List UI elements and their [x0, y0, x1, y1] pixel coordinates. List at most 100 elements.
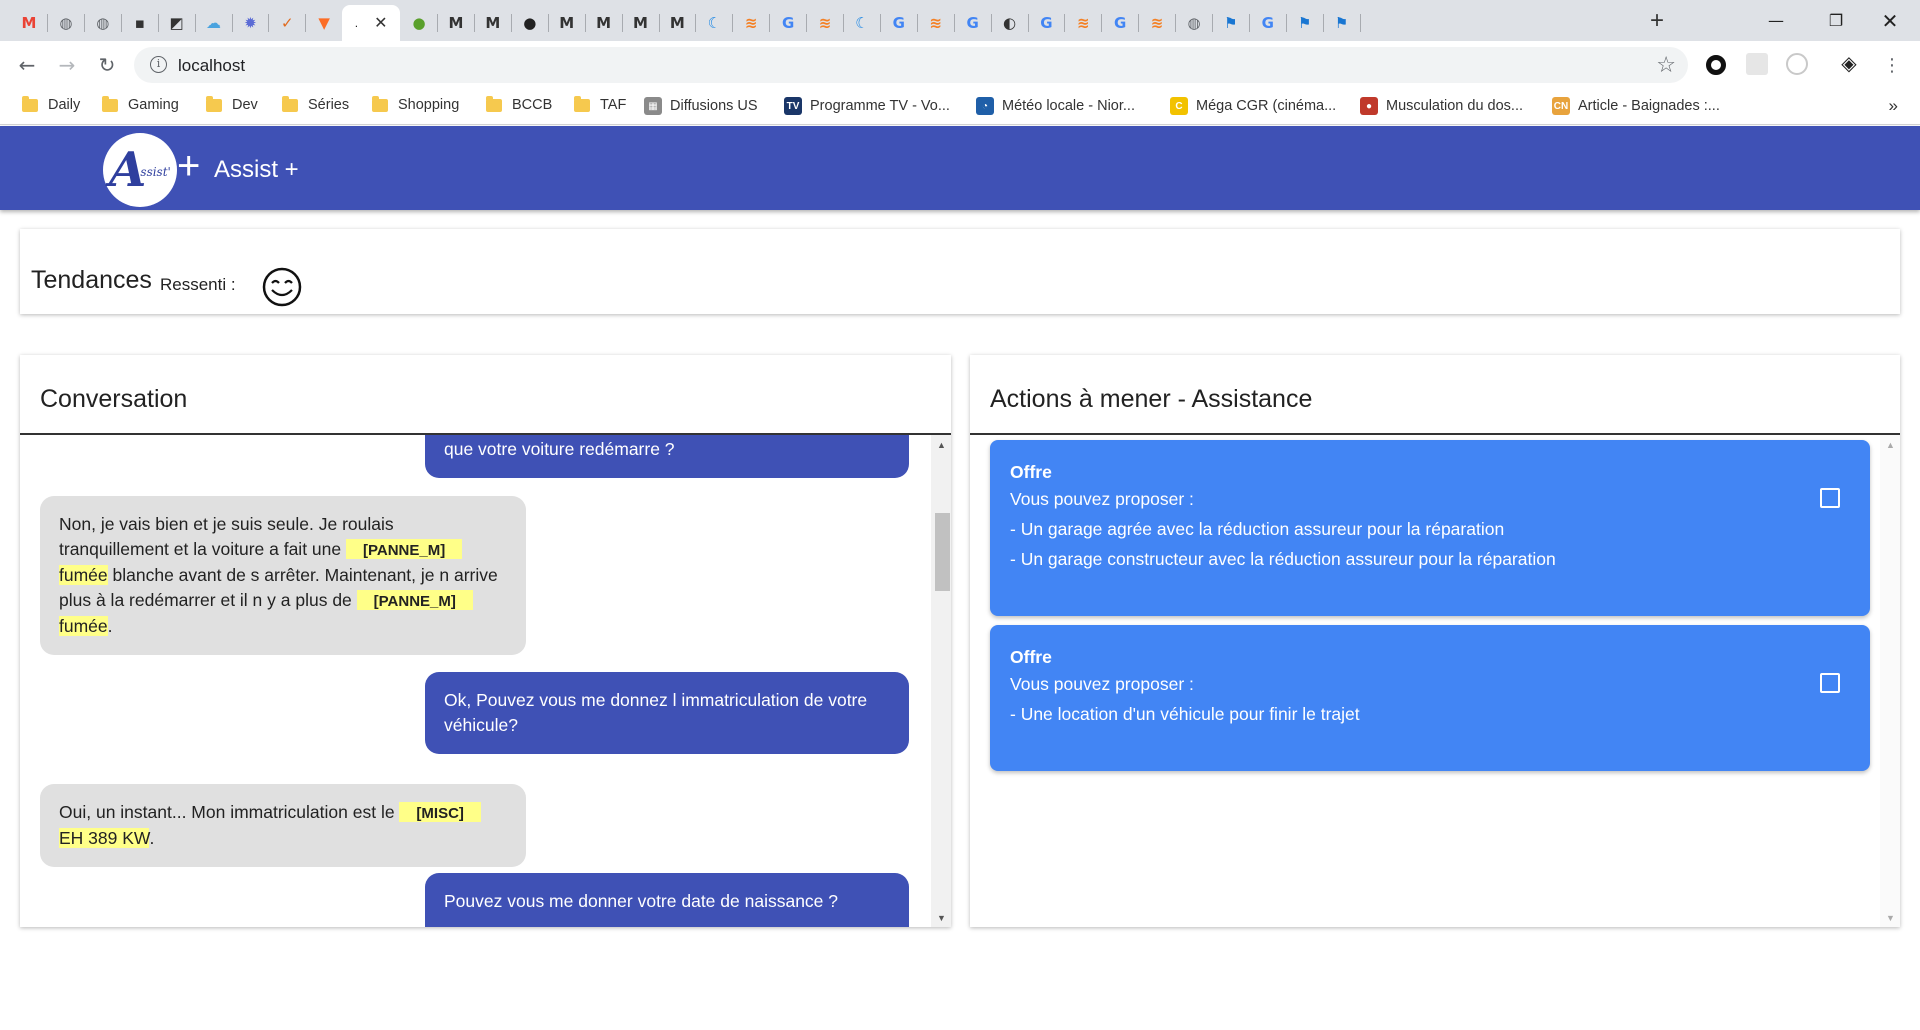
- new-tab-button[interactable]: +: [1650, 7, 1664, 35]
- browser-tab[interactable]: G: [1101, 5, 1140, 41]
- scroll-down-icon[interactable]: ▼: [937, 913, 946, 923]
- message-text: .: [107, 616, 113, 636]
- tab-separator: [1359, 14, 1361, 32]
- browser-tab[interactable]: ⚑: [1323, 5, 1361, 41]
- extension-grey-icon[interactable]: [1746, 53, 1768, 75]
- browser-tab[interactable]: ≋: [1138, 5, 1177, 41]
- scroll-up-icon[interactable]: ▲: [937, 440, 946, 450]
- google-icon: G: [1040, 13, 1053, 32]
- bookmark-item[interactable]: BCCB: [486, 95, 552, 113]
- reload-icon[interactable]: ↻: [91, 49, 123, 81]
- browser-tab[interactable]: M: [474, 5, 512, 41]
- maximize-icon[interactable]: ❐: [1806, 0, 1866, 41]
- bookmarks-overflow-icon[interactable]: »: [1889, 96, 1898, 116]
- bookmark-label: Gaming: [128, 97, 179, 113]
- close-window-icon[interactable]: ✕: [1860, 0, 1920, 41]
- github-icon: ●: [523, 13, 537, 32]
- entity-tag: [MISC]: [399, 802, 481, 822]
- browser-tab[interactable]: M: [437, 5, 475, 41]
- browser-tab[interactable]: ◍: [47, 5, 85, 41]
- bookmark-label: Dev: [232, 97, 258, 113]
- browser-tab[interactable]: M: [10, 5, 48, 41]
- site-favicon-icon: C: [1170, 97, 1188, 115]
- browser-tab[interactable]: ◐: [991, 5, 1029, 41]
- forward-icon[interactable]: →: [51, 49, 83, 81]
- address-bar[interactable]: i localhost ☆: [134, 47, 1688, 83]
- browser-tab[interactable]: ◩: [158, 5, 196, 41]
- bookmark-item[interactable]: Gaming: [102, 95, 179, 113]
- browser-tab[interactable]: G: [769, 5, 808, 41]
- browser-tab[interactable]: M: [622, 5, 660, 41]
- back-icon[interactable]: ←: [11, 49, 43, 81]
- bookmark-item[interactable]: TAF: [574, 95, 626, 113]
- browser-tab[interactable]: G: [880, 5, 918, 41]
- conversation-messages[interactable]: que votre voiture redémarre ? Non, je va…: [20, 435, 951, 927]
- browser-tab[interactable]: ≋: [917, 5, 955, 41]
- info-icon[interactable]: i: [150, 56, 167, 73]
- m-icon: M: [559, 13, 575, 32]
- offer-checkbox[interactable]: [1820, 488, 1840, 508]
- stack-icon: ≋: [929, 13, 942, 32]
- browser-tab[interactable]: ≋: [1064, 5, 1103, 41]
- url-text[interactable]: localhost: [178, 56, 245, 76]
- bookmark-item[interactable]: ◔ Météo locale - Nior...: [976, 97, 1135, 115]
- site-favicon-icon: ▦: [644, 97, 662, 115]
- browser-tab[interactable]: G: [954, 5, 992, 41]
- app-logo[interactable]: A ssist': [103, 133, 177, 207]
- extension-diamond-icon[interactable]: ◈: [1838, 53, 1860, 75]
- bookmark-item[interactable]: C Méga CGR (cinéma...: [1170, 97, 1336, 115]
- bookmark-item[interactable]: ▦ Diffusions US: [644, 97, 758, 115]
- bookmark-star-icon[interactable]: ☆: [1656, 52, 1676, 78]
- bookmark-item[interactable]: ● Musculation du dos...: [1360, 97, 1523, 115]
- menu-kebab-icon[interactable]: ⋮: [1876, 49, 1908, 81]
- bookmark-item[interactable]: CN Article - Baignades :...: [1552, 97, 1720, 115]
- tab-active[interactable]: . ✕: [342, 5, 401, 41]
- scroll-down-icon[interactable]: ▼: [1886, 913, 1895, 923]
- flag-icon: ⚑: [1297, 13, 1312, 32]
- browser-tab[interactable]: ●: [400, 5, 439, 41]
- bookmark-item[interactable]: Dev: [206, 95, 258, 113]
- bookmark-item[interactable]: TV Programme TV - Vo...: [784, 97, 950, 115]
- browser-tab[interactable]: ▪: [121, 5, 159, 41]
- scrollbar-thumb[interactable]: [935, 513, 950, 591]
- browser-tab[interactable]: ◍: [84, 5, 122, 41]
- actions-scrollbar[interactable]: ▲ ▼: [1880, 435, 1900, 927]
- m-icon: M: [448, 13, 464, 32]
- browser-tab[interactable]: ⚑: [1286, 5, 1324, 41]
- browser-tab[interactable]: M: [548, 5, 586, 41]
- bookmark-item[interactable]: Séries: [282, 95, 349, 113]
- folder-icon: [22, 95, 38, 112]
- bookmark-label: Diffusions US: [670, 98, 758, 114]
- gear-icon: ✹: [244, 13, 257, 32]
- browser-tab[interactable]: ≋: [732, 5, 771, 41]
- logo-plus-icon: +: [177, 144, 201, 188]
- browser-tab[interactable]: G: [1027, 5, 1066, 41]
- browser-tab[interactable]: G: [1249, 5, 1287, 41]
- extension-circle-icon[interactable]: [1786, 53, 1808, 75]
- logo-small-text: ssist': [140, 165, 171, 179]
- conversation-scrollbar[interactable]: ▲ ▼: [931, 435, 951, 927]
- browser-tab[interactable]: ◍: [1175, 5, 1213, 41]
- browser-tab[interactable]: ▼: [305, 5, 344, 41]
- browser-tab[interactable]: ⚑: [1212, 5, 1250, 41]
- offer-checkbox[interactable]: [1820, 673, 1840, 693]
- browser-tab[interactable]: ≋: [806, 5, 844, 41]
- close-tab-icon[interactable]: ✕: [374, 13, 387, 33]
- browser-tab[interactable]: M: [658, 5, 697, 41]
- bookmark-item[interactable]: Shopping: [372, 95, 459, 113]
- scroll-up-icon[interactable]: ▲: [1886, 440, 1895, 450]
- browser-tab[interactable]: ✹: [231, 5, 270, 41]
- m-icon: M: [596, 13, 612, 32]
- minimize-icon[interactable]: —: [1746, 0, 1806, 41]
- browser-tab[interactable]: ●: [511, 5, 549, 41]
- browser-tab[interactable]: ☾: [695, 5, 734, 41]
- browser-tab[interactable]: ☾: [843, 5, 881, 41]
- image-icon: ◩: [169, 13, 184, 32]
- extension-ring-icon[interactable]: [1706, 55, 1726, 75]
- actions-list[interactable]: Offre Vous pouvez proposer : - Un garage…: [970, 435, 1900, 927]
- browser-tab[interactable]: M: [585, 5, 623, 41]
- bookmark-item[interactable]: Daily: [22, 95, 80, 113]
- browser-tab[interactable]: ☁: [195, 5, 233, 41]
- browser-tab[interactable]: ✓: [268, 5, 307, 41]
- google-icon: G: [1114, 13, 1127, 32]
